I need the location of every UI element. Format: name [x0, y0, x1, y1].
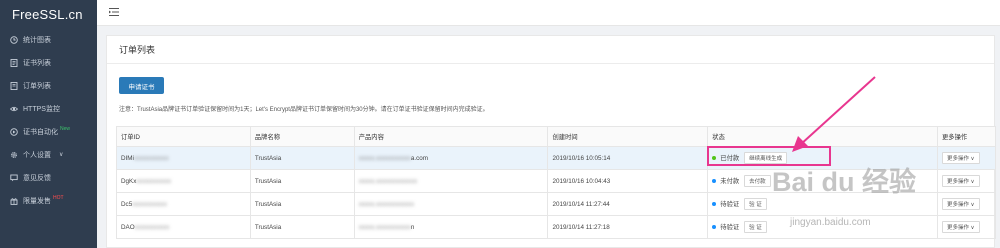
- status-text: 待验证: [720, 201, 740, 208]
- created-time-cell: 2019/10/16 10:05:14: [547, 146, 709, 170]
- more-actions-dropdown[interactable]: 更多操作 ∨: [942, 175, 980, 187]
- more-cell: 更多操作 ∨: [937, 169, 996, 193]
- col-more: 更多操作: [937, 126, 996, 147]
- sidebar-item-3[interactable]: HTTPS监控: [0, 97, 97, 120]
- more-cell: 更多操作 ∨: [937, 192, 996, 216]
- order-id-cell: Dc5xxxxxxxxxxx: [116, 192, 251, 216]
- feedback-icon: [9, 173, 18, 182]
- page-title: 订单列表: [107, 36, 994, 64]
- created-time-cell: 2019/10/14 11:27:18: [547, 215, 709, 239]
- watermark-url: jingyan.baidu.com: [790, 217, 871, 228]
- order-id-cell: DAOxxxxxxxxxxx: [116, 215, 251, 239]
- menu-toggle-icon[interactable]: [109, 7, 119, 17]
- order-id-redacted: xxxxxxxxxxx: [133, 154, 169, 162]
- product-redacted: xxxxx.xxxxxxxxxxxxx: [358, 177, 418, 185]
- sidebar-item-label: 统计图表: [23, 36, 51, 44]
- product-cell: xxxxx.xxxxxxxxxxxx: [353, 192, 549, 216]
- status-action-button[interactable]: 去付款: [744, 175, 771, 187]
- order-id-prefix: Dc5: [121, 200, 133, 208]
- order-icon: [9, 81, 18, 90]
- sidebar-item-4[interactable]: 证书自动化 New: [0, 120, 97, 143]
- more-cell: 更多操作 ∨: [937, 215, 996, 239]
- gear-icon: [9, 150, 18, 159]
- sidebar-item-label: 个人设置: [23, 151, 51, 159]
- order-id-prefix: DAO: [121, 223, 135, 231]
- certificate-icon: [9, 58, 18, 67]
- sidebar-item-label: 订单列表: [23, 82, 51, 90]
- created-time-cell: 2019/10/16 10:04:43: [547, 169, 709, 193]
- gift-icon: [9, 196, 18, 205]
- sidebar-item-2[interactable]: 订单列表: [0, 74, 97, 97]
- product-redacted: xxxxx.xxxxxxxxxxx: [358, 223, 411, 231]
- order-id-redacted: xxxxxxxxxxx: [134, 223, 170, 231]
- status-dot-icon: [712, 225, 717, 230]
- status-action-button[interactable]: 验 证: [744, 221, 767, 233]
- sidebar-item-1[interactable]: 证书列表: [0, 51, 97, 74]
- sidebar-item-6[interactable]: 意见反馈: [0, 166, 97, 189]
- col-product: 产品内容: [353, 126, 549, 147]
- product-cell: xxxxx.xxxxxxxxxxxxx: [353, 169, 549, 193]
- order-id-redacted: xxxxxxxxxxx: [132, 200, 167, 208]
- sidebar-item-7[interactable]: 限量发售 HOT: [0, 189, 97, 212]
- notice-text: 注意：TrustAsia品牌证书订单验证保留时间为1天；Let's Encryp…: [119, 107, 489, 113]
- brand-cell: TrustAsia: [249, 192, 355, 216]
- sidebar-item-label: 限量发售: [23, 197, 51, 205]
- status-dot-icon: [712, 179, 717, 184]
- product-cell: xxxxx.xxxxxxxxxxxn: [353, 215, 549, 239]
- sidebar-item-label: HTTPS监控: [23, 105, 60, 113]
- sidebar-item-5[interactable]: 个人设置 ∨: [0, 143, 97, 166]
- more-cell: 更多操作 ∨: [937, 146, 996, 170]
- brand-logo[interactable]: FreeSSL.cn: [0, 0, 97, 28]
- sidebar: FreeSSL.cn 统计图表 证书列表 订单列表 HTTPS监控 证书自动化 New 个人…: [0, 0, 97, 248]
- col-brand: 品牌名称: [249, 126, 355, 147]
- product-suffix: a.com: [410, 154, 428, 162]
- order-id-prefix: DgKx: [121, 177, 137, 185]
- apply-certificate-button[interactable]: 申请证书: [119, 77, 164, 94]
- annotation-arrow-icon: [792, 76, 876, 152]
- status-text: 待验证: [720, 224, 740, 231]
- product-suffix: n: [410, 223, 415, 231]
- order-id-cell: DgKxxxxxxxxxxxx: [116, 169, 251, 193]
- sidebar-item-label: 证书列表: [23, 59, 51, 67]
- sidebar-item-0[interactable]: 统计图表: [0, 28, 97, 51]
- more-actions-dropdown[interactable]: 更多操作 ∨: [942, 198, 980, 210]
- brand-cell: TrustAsia: [249, 215, 355, 239]
- sidebar-item-label: 意见反馈: [23, 174, 51, 182]
- status-text: 未付款: [720, 178, 740, 185]
- sidebar-badge: HOT: [53, 194, 64, 201]
- order-id-prefix: DIMi: [121, 154, 134, 162]
- more-actions-dropdown[interactable]: 更多操作 ∨: [942, 221, 980, 233]
- created-time-cell: 2019/10/14 11:27:44: [547, 192, 709, 216]
- watermark-logo: Bai du 经验: [772, 167, 917, 197]
- sidebar-nav: 统计图表 证书列表 订单列表 HTTPS监控 证书自动化 New 个人设置 ∨ 意见反馈 限量发售…: [0, 28, 97, 212]
- brand-cell: TrustAsia: [249, 146, 355, 170]
- top-bar: [97, 0, 1000, 26]
- product-redacted: xxxxx.xxxxxxxxxxx: [358, 154, 411, 162]
- sidebar-badge: New: [60, 125, 71, 132]
- status-action-button[interactable]: 验 证: [744, 198, 767, 210]
- automation-icon: [9, 127, 18, 136]
- clock-icon: [9, 35, 18, 44]
- sidebar-item-label: 证书自动化: [23, 128, 58, 136]
- order-id-cell: DIMixxxxxxxxxxx: [116, 146, 251, 170]
- col-created: 创建时间: [547, 126, 709, 147]
- status-dot-icon: [712, 202, 717, 207]
- monitor-icon: [9, 104, 18, 113]
- product-redacted: xxxxx.xxxxxxxxxxxx: [358, 200, 414, 208]
- order-id-redacted: xxxxxxxxxxx: [136, 177, 172, 185]
- more-actions-dropdown[interactable]: 更多操作 ∨: [942, 152, 980, 164]
- brand-cell: TrustAsia: [249, 169, 355, 193]
- col-order-id: 订单ID: [116, 126, 251, 147]
- chevron-down-icon: ∨: [59, 152, 64, 158]
- product-cell: xxxxx.xxxxxxxxxxxa.com: [353, 146, 549, 170]
